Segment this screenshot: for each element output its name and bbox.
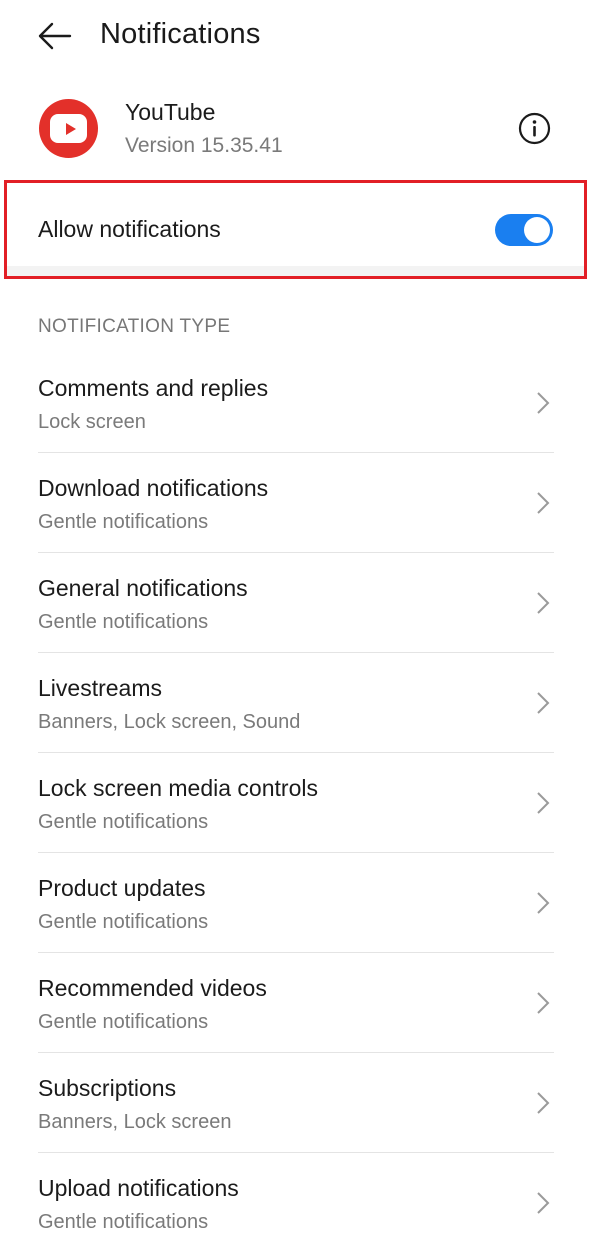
app-version: Version 15.35.41 (125, 134, 283, 157)
item-subtitle: Banners, Lock screen (38, 1111, 232, 1133)
item-title: Product updates (38, 875, 206, 901)
chevron-right-icon (537, 492, 550, 514)
chevron-right-icon (537, 692, 550, 714)
info-circle-icon[interactable] (518, 112, 551, 145)
list-item-general-notifications[interactable]: General notifications Gentle notificatio… (0, 553, 591, 653)
app-info-row: YouTube Version 15.35.41 (0, 90, 591, 170)
page-title: Notifications (100, 18, 261, 50)
item-title: General notifications (38, 575, 248, 601)
item-subtitle: Gentle notifications (38, 511, 209, 533)
chevron-right-icon (537, 992, 550, 1014)
item-subtitle: Lock screen (38, 411, 146, 433)
arrow-left-icon[interactable] (36, 20, 72, 52)
list-item-download-notifications[interactable]: Download notifications Gentle notificati… (0, 453, 591, 553)
item-title: Subscriptions (38, 1075, 177, 1101)
item-title: Upload notifications (38, 1175, 239, 1201)
app-bar: Notifications (0, 0, 591, 76)
item-title: Lock screen media controls (38, 775, 318, 801)
app-name: YouTube (125, 99, 216, 125)
item-subtitle: Gentle notifications (38, 911, 209, 933)
item-title: Recommended videos (38, 975, 267, 1001)
chevron-right-icon (537, 1192, 550, 1214)
item-title: Download notifications (38, 475, 269, 501)
chevron-right-icon (537, 592, 550, 614)
item-title: Livestreams (38, 675, 162, 701)
allow-notifications-row[interactable]: Allow notifications (4, 180, 587, 279)
item-subtitle: Gentle notifications (38, 1011, 209, 1033)
list-item-lock-screen-media-controls[interactable]: Lock screen media controls Gentle notifi… (0, 753, 591, 853)
notification-type-list: Comments and replies Lock screen Downloa… (0, 353, 591, 1253)
chevron-right-icon (537, 892, 550, 914)
chevron-right-icon (537, 1092, 550, 1114)
list-item-comments-and-replies[interactable]: Comments and replies Lock screen (0, 353, 591, 453)
item-subtitle: Gentle notifications (38, 611, 209, 633)
item-subtitle: Gentle notifications (38, 1211, 209, 1233)
list-item-recommended-videos[interactable]: Recommended videos Gentle notifications (0, 953, 591, 1053)
item-subtitle: Gentle notifications (38, 811, 209, 833)
toggle-knob (524, 217, 550, 243)
allow-notifications-label: Allow notifications (38, 216, 221, 242)
item-title: Comments and replies (38, 375, 269, 401)
allow-notifications-toggle[interactable] (495, 214, 553, 246)
chevron-right-icon (537, 392, 550, 414)
list-item-product-updates[interactable]: Product updates Gentle notifications (0, 853, 591, 953)
list-item-subscriptions[interactable]: Subscriptions Banners, Lock screen (0, 1053, 591, 1153)
list-item-livestreams[interactable]: Livestreams Banners, Lock screen, Sound (0, 653, 591, 753)
chevron-right-icon (537, 792, 550, 814)
section-header-notification-type: NOTIFICATION TYPE (38, 316, 231, 337)
list-item-upload-notifications[interactable]: Upload notifications Gentle notification… (0, 1153, 591, 1253)
item-subtitle: Banners, Lock screen, Sound (38, 711, 301, 733)
youtube-logo-icon (39, 99, 98, 158)
